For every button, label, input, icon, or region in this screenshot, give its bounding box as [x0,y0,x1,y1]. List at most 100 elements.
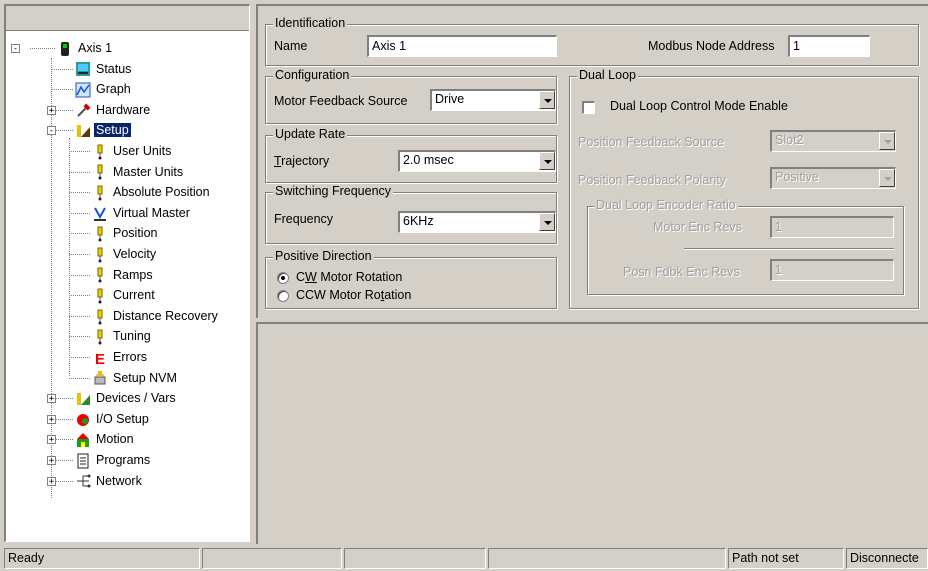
setup-form: Identification Name Axis 1 Modbus Node A… [256,4,928,318]
tree-connector [69,212,90,214]
configuration-legend: Configuration [273,68,352,82]
modbus-node-address-input[interactable]: 1 [788,35,870,57]
tree-item-label: Network [96,473,142,488]
tree-item-label: Devices / Vars [96,391,176,406]
frequency-select[interactable]: 6KHz [398,211,556,233]
name-input[interactable]: Axis 1 [367,35,557,57]
ccw-radio[interactable] [277,290,289,302]
errors-icon: E [92,350,108,368]
frequency-value: 6KHz [403,214,434,228]
param-icon [92,329,108,345]
update-rate-legend: Update Rate [273,127,348,141]
tree-item-label: Hardware [96,102,151,117]
tree-connector [30,48,55,49]
tree-item-ramps[interactable]: Ramps [92,266,155,284]
tree-item-axis-1[interactable]: Axis 1 [57,39,114,57]
tree-item-label: I/O Setup [96,411,149,426]
tree-item-setup[interactable]: Setup [75,121,131,139]
posn-fdbk-enc-revs-input[interactable]: 1 [770,259,894,281]
switching-frequency-legend: Switching Frequency [273,184,394,198]
status-icon [75,61,91,77]
tree-item-velocity[interactable]: Velocity [92,245,158,263]
project-tree[interactable]: - Axis 1 Status Graph + Hardware - Setup User Un… [4,4,250,542]
trajectory-select[interactable]: 2.0 msec [398,150,556,172]
position-feedback-polarity-value: Positive [775,170,819,184]
tree-item-programs[interactable]: Programs [75,451,152,469]
dropdown-arrow-icon[interactable] [539,213,555,231]
tree-item-status[interactable]: Status [75,60,133,78]
tree-item-absolute-position[interactable]: Absolute Position [92,183,212,201]
tree-connector [69,315,90,317]
tree-item-label: Distance Recovery [113,308,218,323]
tree-item-distance-recovery[interactable]: Distance Recovery [92,307,220,325]
tree-item-devices-vars[interactable]: Devices / Vars [75,389,178,407]
tree-item-label: Ramps [113,267,153,282]
tree-item-current[interactable]: Current [92,286,157,304]
tree-item-virtual-master[interactable]: Virtual Master [92,204,192,222]
tree-item-i-o-setup[interactable]: I/O Setup [75,410,151,428]
tree-item-label: Current [113,288,155,303]
tree-connector [51,58,52,498]
tree-item-master-units[interactable]: Master Units [92,163,185,181]
tree-item-user-units[interactable]: User Units [92,142,173,160]
param-icon [92,288,108,304]
dual-loop-legend: Dual Loop [577,68,638,82]
dropdown-arrow-icon[interactable] [539,91,555,109]
param-icon [92,247,108,263]
param-icon [92,185,108,201]
tree-connector [69,151,90,152]
tree-item-position[interactable]: Position [92,224,159,242]
dropdown-arrow-icon[interactable] [539,152,555,170]
tree-item-graph[interactable]: Graph [75,80,133,98]
dropdown-arrow-icon[interactable] [879,169,895,187]
position-feedback-polarity-select[interactable]: Positive [770,167,896,189]
positive-direction-legend: Positive Direction [273,249,374,263]
expand-icon[interactable]: + [47,456,56,466]
tree-item-hardware[interactable]: Hardware [75,101,152,119]
tree-item-network[interactable]: Network [75,472,144,490]
tree-item-motion[interactable]: Motion [75,430,136,448]
tree-item-label: Graph [96,82,131,97]
tree-body: - Axis 1 Status Graph + Hardware - Setup User Un… [6,6,249,541]
motor-feedback-source-value: Drive [435,92,465,106]
position-feedback-source-value: Slot2 [775,133,804,147]
cw-radio[interactable] [277,272,289,284]
dual-loop-enable-label[interactable]: Dual Loop Control Mode Enable [610,99,788,113]
expand-icon[interactable]: + [47,435,56,445]
devices-icon [75,391,91,407]
expand-icon[interactable]: + [47,394,56,404]
axis-icon [57,41,73,57]
dual-loop-enable-checkbox[interactable] [582,101,595,114]
tree-connector [69,138,70,376]
tree-item-label: Setup NVM [113,370,177,385]
setup-icon [75,123,91,139]
tree-item-label: Virtual Master [113,205,190,220]
expand-icon[interactable]: + [47,414,56,424]
tree-connector [69,274,90,276]
programs-icon [75,453,91,469]
positive-direction-group: Positive Direction CW Motor Rotation CCW… [265,249,557,309]
dual-loop-group: Dual Loop Dual Loop Control Mode Enable … [569,68,919,309]
tree-item-label: Setup [94,123,131,138]
collapse-icon[interactable]: - [47,126,56,136]
dropdown-arrow-icon[interactable] [879,132,895,150]
tree-item-errors[interactable]: E Errors [92,348,149,368]
tree-item-label: Absolute Position [113,185,210,200]
expand-icon[interactable]: + [47,105,56,115]
tree-item-label: Tuning [113,329,151,344]
collapse-icon[interactable]: - [11,44,20,54]
status-bar: Ready Path not set Disconnecte [0,546,928,571]
cw-motor-rotation-label[interactable]: CW Motor Rotation [296,270,402,284]
expand-icon[interactable]: + [47,476,56,486]
ccw-motor-rotation-label[interactable]: CCW Motor Rotation [296,288,411,302]
ratio-divider [684,248,894,250]
io-icon [75,412,91,428]
motor-enc-revs-input[interactable]: 1 [770,216,894,238]
properties-pane: Identification Name Axis 1 Modbus Node A… [256,4,928,544]
position-feedback-source-select[interactable]: Slot2 [770,130,896,152]
tree-item-tuning[interactable]: Tuning [92,327,153,345]
posn-fdbk-enc-revs-label: Posn Fdbk Enc Revs [623,265,740,279]
update-rate-group: Update Rate Trajectory 2.0 msec [265,127,557,183]
motor-feedback-source-select[interactable]: Drive [430,89,556,111]
tree-item-setup-nvm[interactable]: Setup NVM [92,369,179,387]
